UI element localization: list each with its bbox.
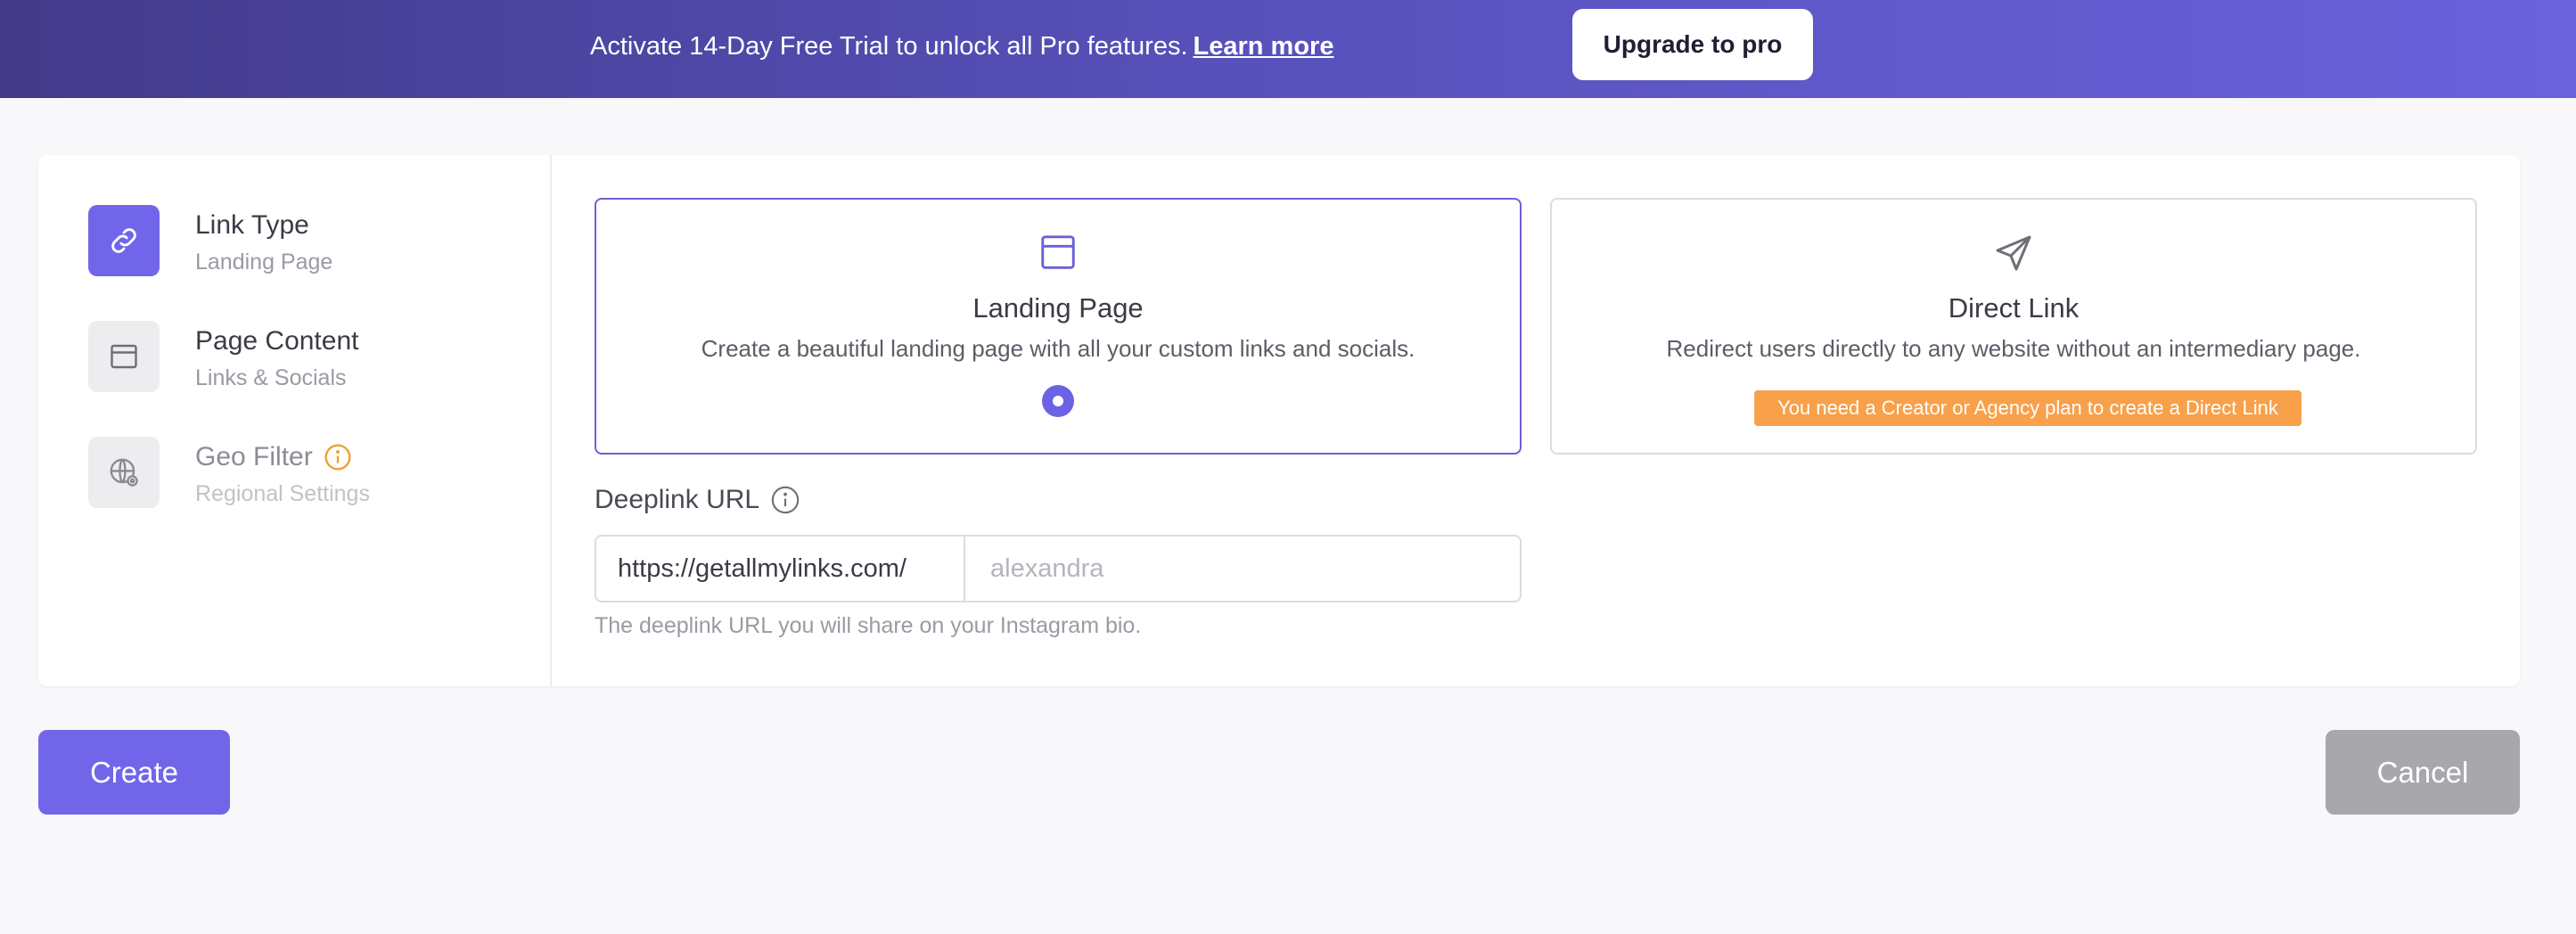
step-title: Geo Filter [195,442,352,472]
step-title-text: Geo Filter [195,442,313,471]
trial-message: Activate 14-Day Free Trial to unlock all… [590,32,1188,61]
option-title: Landing Page [972,292,1144,324]
step-subtitle: Landing Page [195,250,333,274]
url-prefix: https://getallmylinks.com/ [596,537,965,601]
deeplink-slug-input[interactable] [965,537,1520,601]
paper-plane-icon [1992,232,2035,279]
learn-more-link[interactable]: Learn more [1194,32,1334,61]
sidebar-divider [550,155,552,686]
link-wizard-card: Link Type Landing Page Page Content Link… [38,155,2520,686]
globe-settings-icon [88,437,160,508]
step-title: Page Content [195,326,359,356]
deeplink-help-text: The deeplink URL you will share on your … [595,613,1142,638]
deeplink-url-group: https://getallmylinks.com/ [595,535,1522,602]
trial-banner: Activate 14-Day Free Trial to unlock all… [0,0,2576,98]
deeplink-label: Deeplink URL [595,485,800,515]
browser-window-icon [88,321,160,392]
step-title: Link Type [195,210,309,240]
plan-required-badge: You need a Creator or Agency plan to cre… [1754,390,2301,426]
step-page-content[interactable]: Page Content Links & Socials [88,321,516,392]
step-geo-filter[interactable]: Geo Filter Regional Settings [88,437,516,508]
link-icon [88,205,160,276]
step-link-type[interactable]: Link Type Landing Page [88,205,516,276]
trial-banner-text: Activate 14-Day Free Trial to unlock all… [590,29,1333,64]
create-button[interactable]: Create [38,730,230,815]
option-description: Redirect users directly to any website w… [1666,335,2361,362]
browser-window-icon [1038,232,1079,277]
option-direct-link[interactable]: Direct Link Redirect users directly to a… [1550,198,2477,455]
info-warning-icon[interactable] [324,443,352,471]
step-subtitle: Links & Socials [195,365,347,390]
upgrade-to-pro-button[interactable]: Upgrade to pro [1572,9,1813,80]
option-radio-selected[interactable] [1042,385,1074,417]
option-description: Create a beautiful landing page with all… [701,335,1415,362]
cancel-button[interactable]: Cancel [2326,730,2520,815]
step-subtitle: Regional Settings [195,481,370,506]
deeplink-label-text: Deeplink URL [595,485,760,514]
option-title: Direct Link [1948,292,2080,324]
info-icon[interactable] [770,485,800,515]
option-landing-page[interactable]: Landing Page Create a beautiful landing … [595,198,1522,455]
